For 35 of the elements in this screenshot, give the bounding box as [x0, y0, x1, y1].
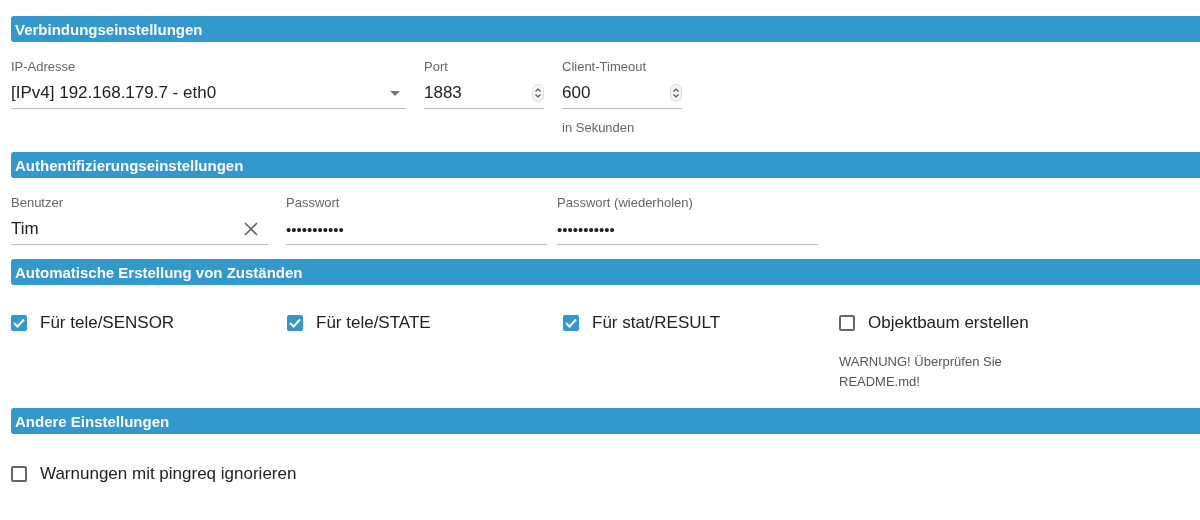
checkbox-label[interactable]: Für stat/RESULT	[592, 313, 721, 333]
input-field[interactable]: Tim	[11, 214, 268, 245]
field-label: Port	[424, 58, 449, 76]
checkbox[interactable]	[839, 315, 855, 331]
checkbox[interactable]	[563, 315, 579, 331]
field-label: Benutzer	[11, 194, 65, 212]
input-field[interactable]: 1883	[424, 78, 544, 109]
select-field[interactable]: [IPv4] 192.168.179.7 - eth0	[11, 78, 406, 109]
field-label: Client-Timeout	[562, 58, 648, 76]
checkmark-icon	[289, 318, 301, 328]
section-header: Andere Einstellungen	[11, 408, 1200, 434]
input-field[interactable]: •••••••••••	[286, 214, 547, 245]
checkbox[interactable]	[11, 466, 27, 482]
section-header: Verbindungseinstellungen	[11, 16, 1200, 42]
helper-text: in Sekunden	[562, 119, 636, 137]
spinner-icon[interactable]	[670, 84, 682, 102]
warning-text: WARNUNG! Überprüfen Sie README.md!	[839, 353, 1003, 391]
checkmark-icon	[13, 318, 25, 328]
checkbox-label[interactable]: Für tele/STATE	[316, 313, 431, 333]
input-field[interactable]: 600	[562, 78, 682, 109]
section-header: Authentifizierungseinstellungen	[11, 152, 1200, 178]
checkbox[interactable]	[287, 315, 303, 331]
clear-icon[interactable]	[244, 222, 258, 236]
checkbox-label[interactable]: Warnungen mit pingreq ignorieren	[40, 464, 297, 484]
checkmark-icon	[565, 318, 577, 328]
field-label: IP-Adresse	[11, 58, 77, 76]
spinner-icon[interactable]	[532, 84, 544, 102]
field-label: Passwort (wiederholen)	[557, 194, 694, 212]
checkbox[interactable]	[11, 315, 27, 331]
input-field[interactable]: •••••••••••	[557, 214, 818, 245]
dropdown-caret-icon[interactable]	[390, 90, 400, 96]
checkbox-label[interactable]: Für tele/SENSOR	[40, 313, 175, 333]
field-label: Passwort	[286, 194, 341, 212]
section-header: Automatische Erstellung von Zuständen	[11, 259, 1200, 285]
checkbox-label[interactable]: Objektbaum erstellen	[868, 313, 1029, 333]
